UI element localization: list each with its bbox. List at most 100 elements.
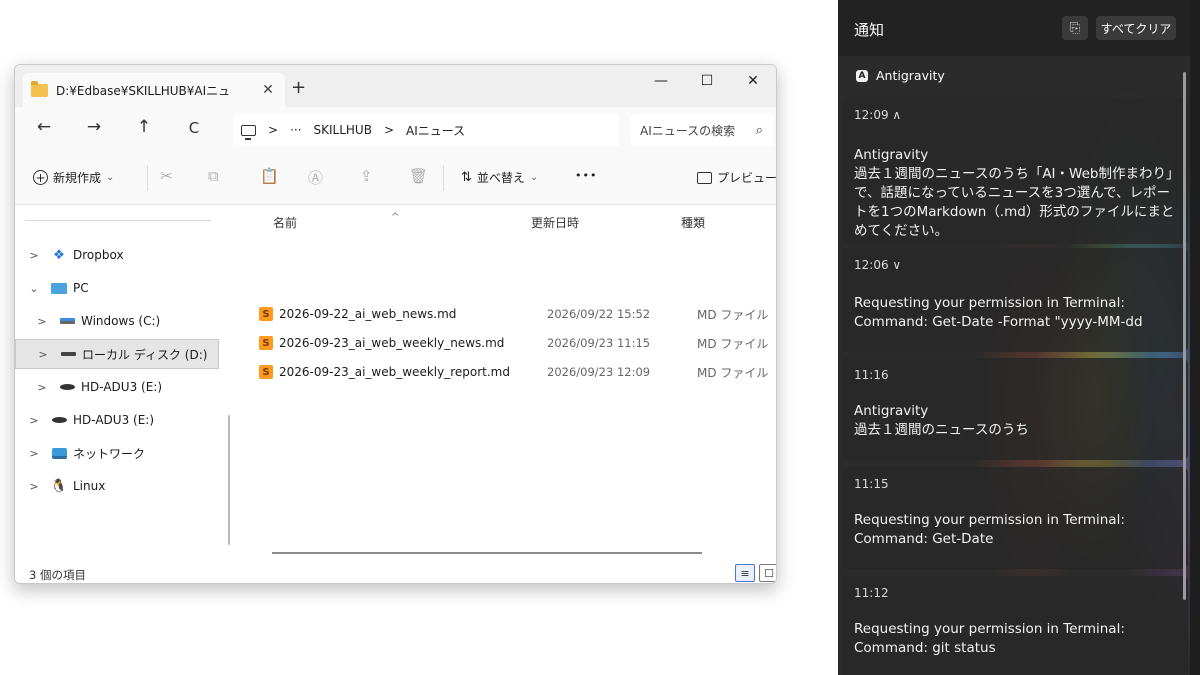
breadcrumb-skillhub[interactable]: SKILLHUB xyxy=(314,123,372,137)
column-header-date[interactable]: 更新日時 xyxy=(531,214,579,231)
markdown-file-icon: S xyxy=(259,336,273,350)
notification-center: 通知 ⎘ すべてクリア A Antigravity 12:09 ∧ Antigr… xyxy=(838,0,1200,675)
notification-scrollbar[interactable] xyxy=(1183,72,1186,600)
notification-time: 11:16 xyxy=(854,368,889,382)
rename-icon[interactable]: Ⓐ xyxy=(308,167,323,188)
file-date: 2026/09/23 12:09 xyxy=(547,365,651,379)
new-tab-button[interactable]: + xyxy=(291,77,306,98)
notification-card[interactable]: 11:15 Requesting your permission in Term… xyxy=(842,467,1188,569)
preview-label: プレビュー xyxy=(717,171,777,185)
toolbar-divider xyxy=(443,165,444,191)
expand-chevron-icon[interactable]: > xyxy=(35,381,49,394)
new-button[interactable]: + 新規作成 ⌄ xyxy=(33,169,114,186)
sidebar-item-label: ネットワーク xyxy=(73,446,146,461)
item-count: 3 個の項目 xyxy=(29,568,86,582)
notification-card[interactable]: 12:06 ∨ Requesting your permission in Te… xyxy=(842,248,1188,352)
desktop-edge xyxy=(1190,0,1200,675)
column-header-name[interactable]: ^ 名前 xyxy=(273,212,399,231)
sort-icon: ⇅ xyxy=(461,170,472,185)
notification-card[interactable]: 11:16 Antigravity 過去１週間のニュースのうち xyxy=(842,358,1188,460)
close-button[interactable]: ✕ xyxy=(730,65,776,97)
maximize-button[interactable]: ☐ xyxy=(684,65,730,97)
sidebar-divider xyxy=(25,220,211,221)
sidebar-item-label: Dropbox xyxy=(73,248,124,262)
breadcrumb-ai-news[interactable]: AIニュース xyxy=(406,122,465,139)
notification-time[interactable]: 12:09 ∧ xyxy=(854,108,901,122)
file-row[interactable]: S 2026-09-23_ai_web_weekly_news.md 2026/… xyxy=(259,330,776,356)
window-controls: — ☐ ✕ xyxy=(638,65,776,97)
notification-heading: Antigravity xyxy=(854,403,929,419)
up-button[interactable]: ↑ xyxy=(131,117,157,137)
antigravity-app-icon: A xyxy=(856,69,868,82)
preview-button[interactable]: プレビュー xyxy=(697,169,777,186)
expand-chevron-icon[interactable]: > xyxy=(27,414,41,427)
expand-chevron-icon[interactable]: > xyxy=(35,315,49,328)
paste-icon[interactable]: 📋 xyxy=(260,167,279,185)
external-drive-icon xyxy=(59,380,75,394)
horizontal-scrollbar[interactable] xyxy=(272,552,702,554)
notification-card[interactable]: 11:12 Requesting your permission in Term… xyxy=(842,576,1188,675)
file-date: 2026/09/22 15:52 xyxy=(547,307,651,321)
notification-heading: Requesting your permission in Terminal: xyxy=(854,621,1125,637)
new-label: 新規作成 xyxy=(53,171,102,185)
dropbox-icon: ❖ xyxy=(53,247,65,263)
markdown-file-icon: S xyxy=(259,307,273,321)
file-date: 2026/09/23 11:15 xyxy=(547,336,651,350)
folder-icon xyxy=(31,80,48,97)
share-icon[interactable]: ⇪ xyxy=(360,167,373,185)
tab-folder[interactable]: D:¥Edbase¥SKILLHUB¥AIニュ ✕ xyxy=(23,73,285,107)
file-explorer-window: D:¥Edbase¥SKILLHUB¥AIニュ ✕ + — ☐ ✕ ← → ↑ … xyxy=(14,64,777,584)
expand-chevron-icon[interactable]: > xyxy=(27,480,41,493)
status-bar: 3 個の項目 ≡ ☐ xyxy=(15,561,776,583)
notification-content: Requesting your permission in Terminal: … xyxy=(854,620,1180,658)
sidebar-item-hd-adu3-e[interactable]: > HD-ADU3 (E:) xyxy=(15,372,219,402)
sidebar-item-windows-c[interactable]: > Windows (C:) xyxy=(15,306,219,336)
search-icon: ⌕ xyxy=(755,122,763,138)
do-not-disturb-button[interactable]: ⎘ xyxy=(1062,16,1088,40)
back-button[interactable]: ← xyxy=(31,117,57,137)
sidebar-item-network[interactable]: > ネットワーク xyxy=(15,438,219,468)
sidebar-item-hd-adu3-e[interactable]: > HD-ADU3 (E:) xyxy=(15,405,219,435)
file-type: MD ファイル xyxy=(697,336,769,351)
sidebar-item-linux[interactable]: > 🐧 Linux xyxy=(15,471,219,501)
expand-chevron-icon[interactable]: > xyxy=(36,348,50,361)
markdown-file-icon: S xyxy=(259,365,273,379)
file-type: MD ファイル xyxy=(697,365,769,380)
notification-app-group[interactable]: A Antigravity xyxy=(856,68,945,83)
tab-close-button[interactable]: ✕ xyxy=(259,82,277,98)
cut-icon[interactable]: ✂ xyxy=(160,167,173,185)
expand-chevron-icon[interactable]: > xyxy=(27,249,41,262)
file-row[interactable]: S 2026-09-23_ai_web_weekly_report.md 202… xyxy=(259,359,776,385)
sidebar-item-dropbox[interactable]: > ❖ Dropbox xyxy=(15,240,219,270)
sidebar-item-local-disk-d[interactable]: > ローカル ディスク (D:) xyxy=(15,339,219,369)
notification-content: Antigravity 過去１週間のニュースのうち xyxy=(854,402,1180,440)
sort-button[interactable]: ⇅ 並べ替え ⌄ xyxy=(461,169,538,186)
breadcrumb-overflow[interactable]: ··· xyxy=(290,123,301,137)
address-box[interactable]: > ··· SKILLHUB > AIニュース xyxy=(233,114,619,146)
sidebar-scrollbar[interactable] xyxy=(228,415,230,545)
tiles-view-button[interactable]: ☐ xyxy=(759,564,776,582)
details-view-button[interactable]: ≡ xyxy=(735,564,755,582)
forward-button[interactable]: → xyxy=(81,117,107,137)
file-list: ^ 名前 更新日時 種類 S 2026-09-22_ai_web_news.md… xyxy=(245,206,776,560)
delete-icon[interactable]: 🗑 xyxy=(409,167,428,185)
more-button[interactable]: ••• xyxy=(575,169,597,182)
notification-time: 11:12 xyxy=(854,586,889,600)
breadcrumb-separator: > xyxy=(268,123,279,137)
expand-chevron-icon[interactable]: > xyxy=(27,447,41,460)
clear-all-button[interactable]: すべてクリア xyxy=(1096,16,1176,40)
refresh-button[interactable]: C xyxy=(181,119,207,137)
minimize-button[interactable]: — xyxy=(638,65,684,97)
sidebar-item-label: PC xyxy=(73,281,89,295)
copy-icon[interactable]: ⧉ xyxy=(208,167,219,185)
linux-icon: 🐧 xyxy=(50,478,68,494)
notification-text: 過去１週間のニュースのうち xyxy=(854,422,1029,438)
notification-card[interactable]: 12:09 ∧ Antigravity 過去１週間のニュースのうち「AI・Web… xyxy=(842,98,1188,244)
notification-time[interactable]: 12:06 ∨ xyxy=(854,258,901,272)
search-input[interactable]: AIニュースの検索 ⌕ xyxy=(630,114,773,146)
sidebar-item-pc[interactable]: ⌄ PC xyxy=(15,273,219,303)
app-name: Antigravity xyxy=(876,68,945,83)
collapse-chevron-icon[interactable]: ⌄ xyxy=(27,282,41,295)
file-row[interactable]: S 2026-09-22_ai_web_news.md 2026/09/22 1… xyxy=(259,301,776,327)
column-header-type[interactable]: 種類 xyxy=(681,214,705,231)
